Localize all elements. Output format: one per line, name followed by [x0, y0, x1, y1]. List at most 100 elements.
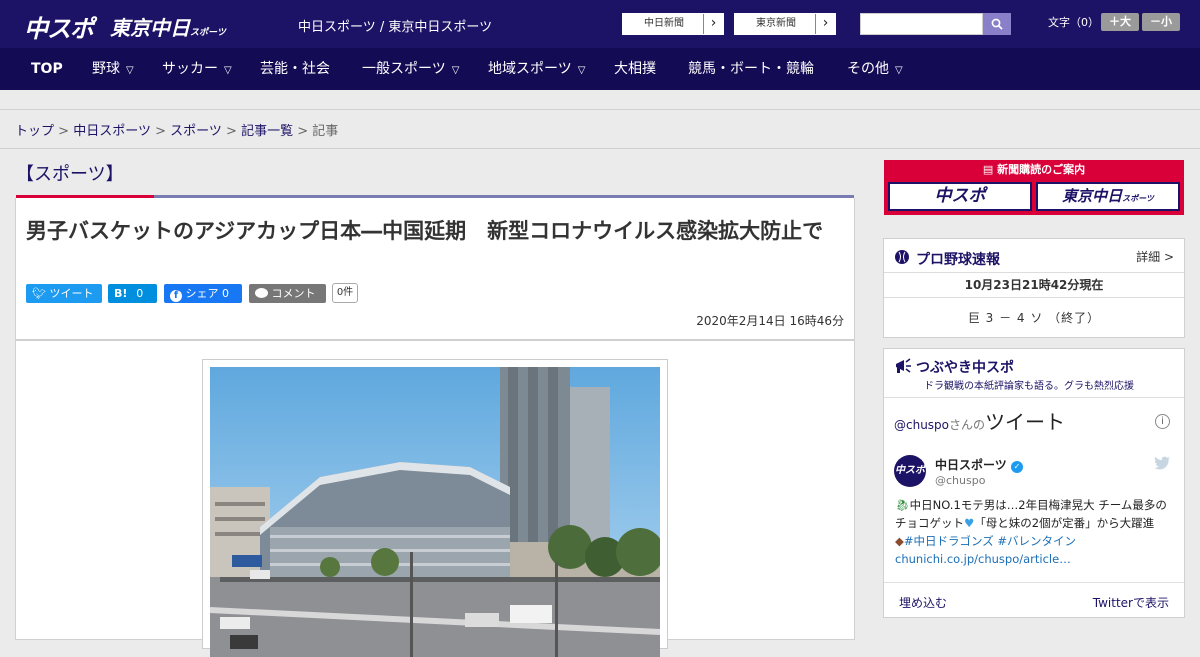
subscribe-tokyo-chunichi-button[interactable]: 東京中日スポーツ	[1036, 182, 1180, 211]
facebook-share-count: 0	[222, 287, 229, 300]
twitter-bird-icon[interactable]	[1154, 456, 1170, 470]
chevron-right-icon: ›	[703, 14, 723, 34]
top-header: 中スポ 東京中日スポーツ 中日スポーツ / 東京中日スポーツ 中日新聞 › 東京…	[0, 0, 1200, 48]
breadcrumb-current: 記事	[312, 124, 339, 139]
font-larger-button[interactable]: ＋大	[1101, 13, 1139, 31]
subscription-title: ▤ 新聞購読のご案内	[884, 161, 1184, 177]
pro-baseball-widget: プロ野球速報 詳細 > 10月23日21時42分現在 巨 3 － 4 ソ （終了…	[883, 238, 1185, 338]
breadcrumb-link-article-list[interactable]: 記事一覧	[241, 124, 293, 139]
avatar[interactable]: 中スポ	[894, 455, 926, 487]
breadcrumb-separator: >	[155, 124, 166, 139]
breadcrumb-link-top[interactable]: トップ	[15, 124, 54, 139]
search-icon	[991, 18, 1003, 30]
nav-item-label: 競馬・ボート・競輪	[688, 61, 814, 77]
chevron-down-icon: ▽	[224, 65, 232, 76]
dragon-emoji-icon: 🐉︎	[895, 498, 910, 512]
search-button[interactable]	[983, 13, 1011, 35]
timeline-user-suffix: さんの	[949, 418, 986, 432]
nav-item-label: 一般スポーツ	[362, 61, 446, 77]
tweet-hashtag-dragons[interactable]: #中日ドラゴンズ	[904, 534, 994, 548]
heart-icon: ♥	[964, 516, 975, 530]
tweet-text: 🐉︎中日NO.1モテ男は…2年目梅津晃大 チーム最多のチョコゲット♥「母と妹の2…	[895, 496, 1175, 568]
facebook-share-button[interactable]: f シェア 0	[164, 284, 242, 303]
hatena-label: B!	[114, 287, 128, 300]
article-body	[15, 340, 855, 657]
main-navigation: TOP 野球 ▽ サッカー ▽ 芸能・社会 一般スポーツ ▽ 地域スポーツ ▽ 大相撲 …	[0, 48, 1200, 90]
site-name-links[interactable]: 中日スポーツ / 東京中日スポーツ	[298, 16, 492, 35]
comment-bubble-icon	[255, 288, 268, 298]
tweet-author-handle[interactable]: @chuspo	[935, 474, 985, 487]
nav-item-label: 地域スポーツ	[488, 61, 572, 77]
tweet-author-name[interactable]: 中日スポーツ ✓	[935, 456, 1023, 473]
baseball-score[interactable]: 巨 3 － 4 ソ （終了）	[884, 309, 1184, 326]
chevron-down-icon: ▽	[451, 65, 460, 76]
nav-item-top[interactable]: TOP	[31, 48, 63, 90]
info-icon[interactable]: i	[1155, 414, 1170, 429]
chocolate-icon: ◆	[895, 534, 904, 548]
breadcrumb-link-chunichi-sports[interactable]: 中日スポーツ	[73, 124, 151, 139]
tokyo-chunichi-logo[interactable]: 東京中日スポーツ	[110, 12, 226, 41]
nav-item-baseball[interactable]: 野球 ▽	[92, 48, 134, 90]
hatena-bookmark-button[interactable]: B! 0	[108, 284, 157, 303]
baseball-detail-link[interactable]: 詳細 >	[1136, 248, 1174, 265]
baseball-update-time: 10月23日21時42分現在	[884, 272, 1184, 298]
timeline-header[interactable]: @chuspoさんのツイート	[894, 406, 1065, 435]
breadcrumb-separator: >	[297, 124, 309, 139]
ad-band	[0, 90, 1200, 110]
twitter-widget: つぶやき中スポ ドラ観戦の本紙評論家も語る。グラも熱烈応援 @chuspoさんの…	[883, 348, 1185, 618]
breadcrumb: トップ > 中日スポーツ > スポーツ > 記事一覧 > 記事	[15, 120, 338, 139]
nav-item-sumo[interactable]: 大相撲	[614, 48, 656, 90]
tweet-button[interactable]: 🐦︎ ツイート	[26, 284, 102, 303]
font-smaller-button[interactable]: －小	[1142, 13, 1180, 31]
article-date: 2020年2月14日 16時46分	[696, 314, 844, 328]
photo-frame	[202, 359, 668, 657]
article-photo-arena[interactable]	[210, 367, 660, 657]
font-size-label: 文字（0）	[1048, 16, 1099, 29]
chevron-down-icon: ▽	[895, 65, 903, 76]
subscribe-chuspo-button[interactable]: 中スポ	[888, 182, 1032, 211]
breadcrumb-separator: >	[58, 124, 70, 139]
twitter-widget-title: つぶやき中スポ	[916, 360, 1014, 376]
view-on-twitter-link[interactable]: Twitterで表示	[1093, 594, 1169, 611]
nav-item-general-sports[interactable]: 一般スポーツ ▽	[362, 48, 459, 90]
nav-item-label: サッカー	[162, 61, 218, 77]
chuspo-logo[interactable]: 中スポ	[24, 9, 94, 44]
breadcrumb-separator: >	[226, 124, 237, 139]
breadcrumb-link-sports[interactable]: スポーツ	[170, 124, 222, 139]
tweet-author-name-text: 中日スポーツ	[935, 458, 1007, 472]
divider	[0, 148, 1200, 149]
tweet-hashtag-valentine[interactable]: #バレンタイン	[997, 534, 1076, 548]
newspaper-icon: ▤	[982, 163, 998, 176]
subscribe-tokyo-small: スポーツ	[1122, 194, 1154, 203]
tokyo-shimbun-label: 東京新聞	[756, 18, 796, 29]
timeline-heading: ツイート	[985, 410, 1066, 434]
subscribe-tokyo-label: 東京中日	[1062, 187, 1123, 205]
chunichi-shimbun-button[interactable]: 中日新聞 ›	[622, 13, 724, 35]
nav-item-other[interactable]: その他 ▽	[847, 48, 903, 90]
search-input[interactable]	[860, 13, 983, 35]
twitter-timeline: @chuspoさんのツイート i 中スポ 中日スポーツ ✓ @chuspo 🐉︎…	[884, 397, 1184, 617]
article-headline: 男子バスケットのアジアカップ日本―中国延期 新型コロナウイルス感染拡大防止で	[26, 219, 824, 243]
tweet-link[interactable]: chunichi.co.jp/chuspo/article…	[895, 552, 1071, 566]
timeline-user: @chuspo	[894, 418, 950, 432]
article-header: 男子バスケットのアジアカップ日本―中国延期 新型コロナウイルス感染拡大防止で 🐦…	[15, 198, 855, 340]
twitter-bird-icon: 🐦︎	[32, 287, 46, 300]
tokyo-shimbun-button[interactable]: 東京新聞 ›	[734, 13, 836, 35]
tokyo-chunichi-logo-text: 東京中日	[110, 16, 190, 40]
facebook-share-label: シェア	[185, 287, 219, 300]
tokyo-chunichi-logo-small: スポーツ	[190, 28, 226, 38]
nav-item-label: TOP	[31, 61, 63, 77]
comment-button[interactable]: コメント	[249, 284, 326, 303]
comment-count[interactable]: 0件	[332, 283, 358, 303]
nav-item-label: 芸能・社会	[260, 61, 330, 77]
nav-item-regional-sports[interactable]: 地域スポーツ ▽	[488, 48, 585, 90]
megaphone-icon	[896, 358, 911, 373]
embed-link[interactable]: 埋め込む	[899, 594, 947, 611]
nav-item-label: 大相撲	[614, 61, 656, 77]
nav-item-entertainment[interactable]: 芸能・社会	[260, 48, 330, 90]
nav-item-soccer[interactable]: サッカー ▽	[162, 48, 232, 90]
nav-item-racing[interactable]: 競馬・ボート・競輪	[688, 48, 814, 90]
twitter-widget-subtitle: ドラ観戦の本紙評論家も語る。グラも熱烈応援	[924, 381, 1134, 392]
baseball-icon	[895, 250, 909, 264]
tweet-text-part-2: 「母と妹の2個が定番」から大躍進	[974, 516, 1155, 530]
